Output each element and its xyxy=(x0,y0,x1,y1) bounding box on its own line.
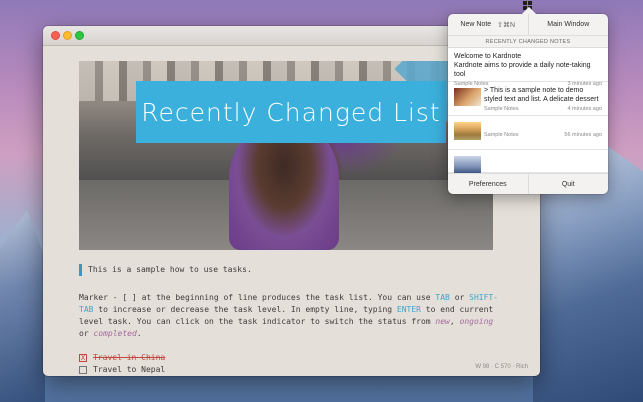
intro-quote: This is a sample how to use tasks. xyxy=(79,264,499,276)
task-label: Travel to Nepal xyxy=(93,365,166,374)
task-item: X Travel in China xyxy=(79,352,499,364)
minimize-button[interactable] xyxy=(63,31,72,40)
status-bar: W 98 · C 570 · Rich xyxy=(475,364,528,370)
task-instructions: Marker - [ ] at the beginning of line pr… xyxy=(79,292,499,340)
note-meta: Sample Notes 56 minutes ago xyxy=(484,132,602,138)
new-note-button[interactable]: New Note ⇧⌘N xyxy=(448,14,528,35)
zoom-button[interactable] xyxy=(75,31,84,40)
intro-text: This is a sample how to use tasks. xyxy=(88,265,252,274)
para-text: Marker - [ ] at the beginning of line pr… xyxy=(79,293,436,302)
note-title: Welcome to Kardnote Kardnote aims to pro… xyxy=(454,53,591,78)
para-text: or xyxy=(449,293,470,302)
main-window-label: Main Window xyxy=(547,21,590,28)
status-new: new xyxy=(435,317,450,326)
para-text: or xyxy=(79,329,94,338)
list-item[interactable] xyxy=(448,150,608,173)
para-text: , xyxy=(449,317,460,326)
new-note-label: New Note xyxy=(460,21,492,28)
recent-notes-popover: New Note ⇧⌘N Main Window RECENTLY CHANGE… xyxy=(448,14,608,194)
note-thumbnail xyxy=(454,88,481,106)
task-item: Travel to Nepal xyxy=(79,364,499,376)
popover-top-bar: New Note ⇧⌘N Main Window xyxy=(448,14,608,36)
list-item[interactable]: Sample Notes 56 minutes ago xyxy=(448,116,608,150)
note-time: 4 minutes ago xyxy=(567,106,602,112)
task-indicator[interactable] xyxy=(79,366,87,374)
note-notebook: Sample Notes xyxy=(484,132,519,138)
note-thumbnail xyxy=(454,122,481,140)
task-indicator[interactable]: X xyxy=(79,354,87,362)
list-item[interactable]: > This is a sample note to demo styled t… xyxy=(448,82,608,116)
keyword-enter: ENTER xyxy=(396,305,421,314)
keyword-tab: TAB xyxy=(435,293,450,302)
para-text: . xyxy=(136,329,142,338)
recent-notes-list[interactable]: Welcome to Kardnote Kardnote aims to pro… xyxy=(448,48,608,173)
task-label: Travel in China xyxy=(93,353,166,362)
main-window-button[interactable]: Main Window xyxy=(527,14,609,35)
section-title: RECENTLY CHANGED NOTES xyxy=(448,36,608,48)
note-notebook: Sample Notes xyxy=(484,106,519,112)
preferences-button[interactable]: Preferences xyxy=(448,174,528,194)
recently-changed-banner: Recently Changed List xyxy=(136,81,446,143)
para-text: to increase or decrease the task level. … xyxy=(93,305,397,314)
note-content[interactable]: This is a sample how to use tasks. Marke… xyxy=(79,264,499,376)
desktop-mountain-left xyxy=(0,210,45,402)
status-ongoing: ongoing xyxy=(459,317,494,326)
list-item[interactable]: Welcome to Kardnote Kardnote aims to pro… xyxy=(448,48,608,87)
popover-bottom-bar: Preferences Quit xyxy=(448,173,608,194)
note-time: 56 minutes ago xyxy=(564,132,602,138)
new-note-shortcut: ⇧⌘N xyxy=(497,21,516,29)
note-title: > This is a sample note to demo styled t… xyxy=(484,87,599,103)
close-button[interactable] xyxy=(51,31,60,40)
status-completed: completed xyxy=(93,329,137,338)
note-thumbnail xyxy=(454,156,481,173)
quit-button[interactable]: Quit xyxy=(527,174,609,194)
note-meta: Sample Notes 4 minutes ago xyxy=(484,106,602,112)
